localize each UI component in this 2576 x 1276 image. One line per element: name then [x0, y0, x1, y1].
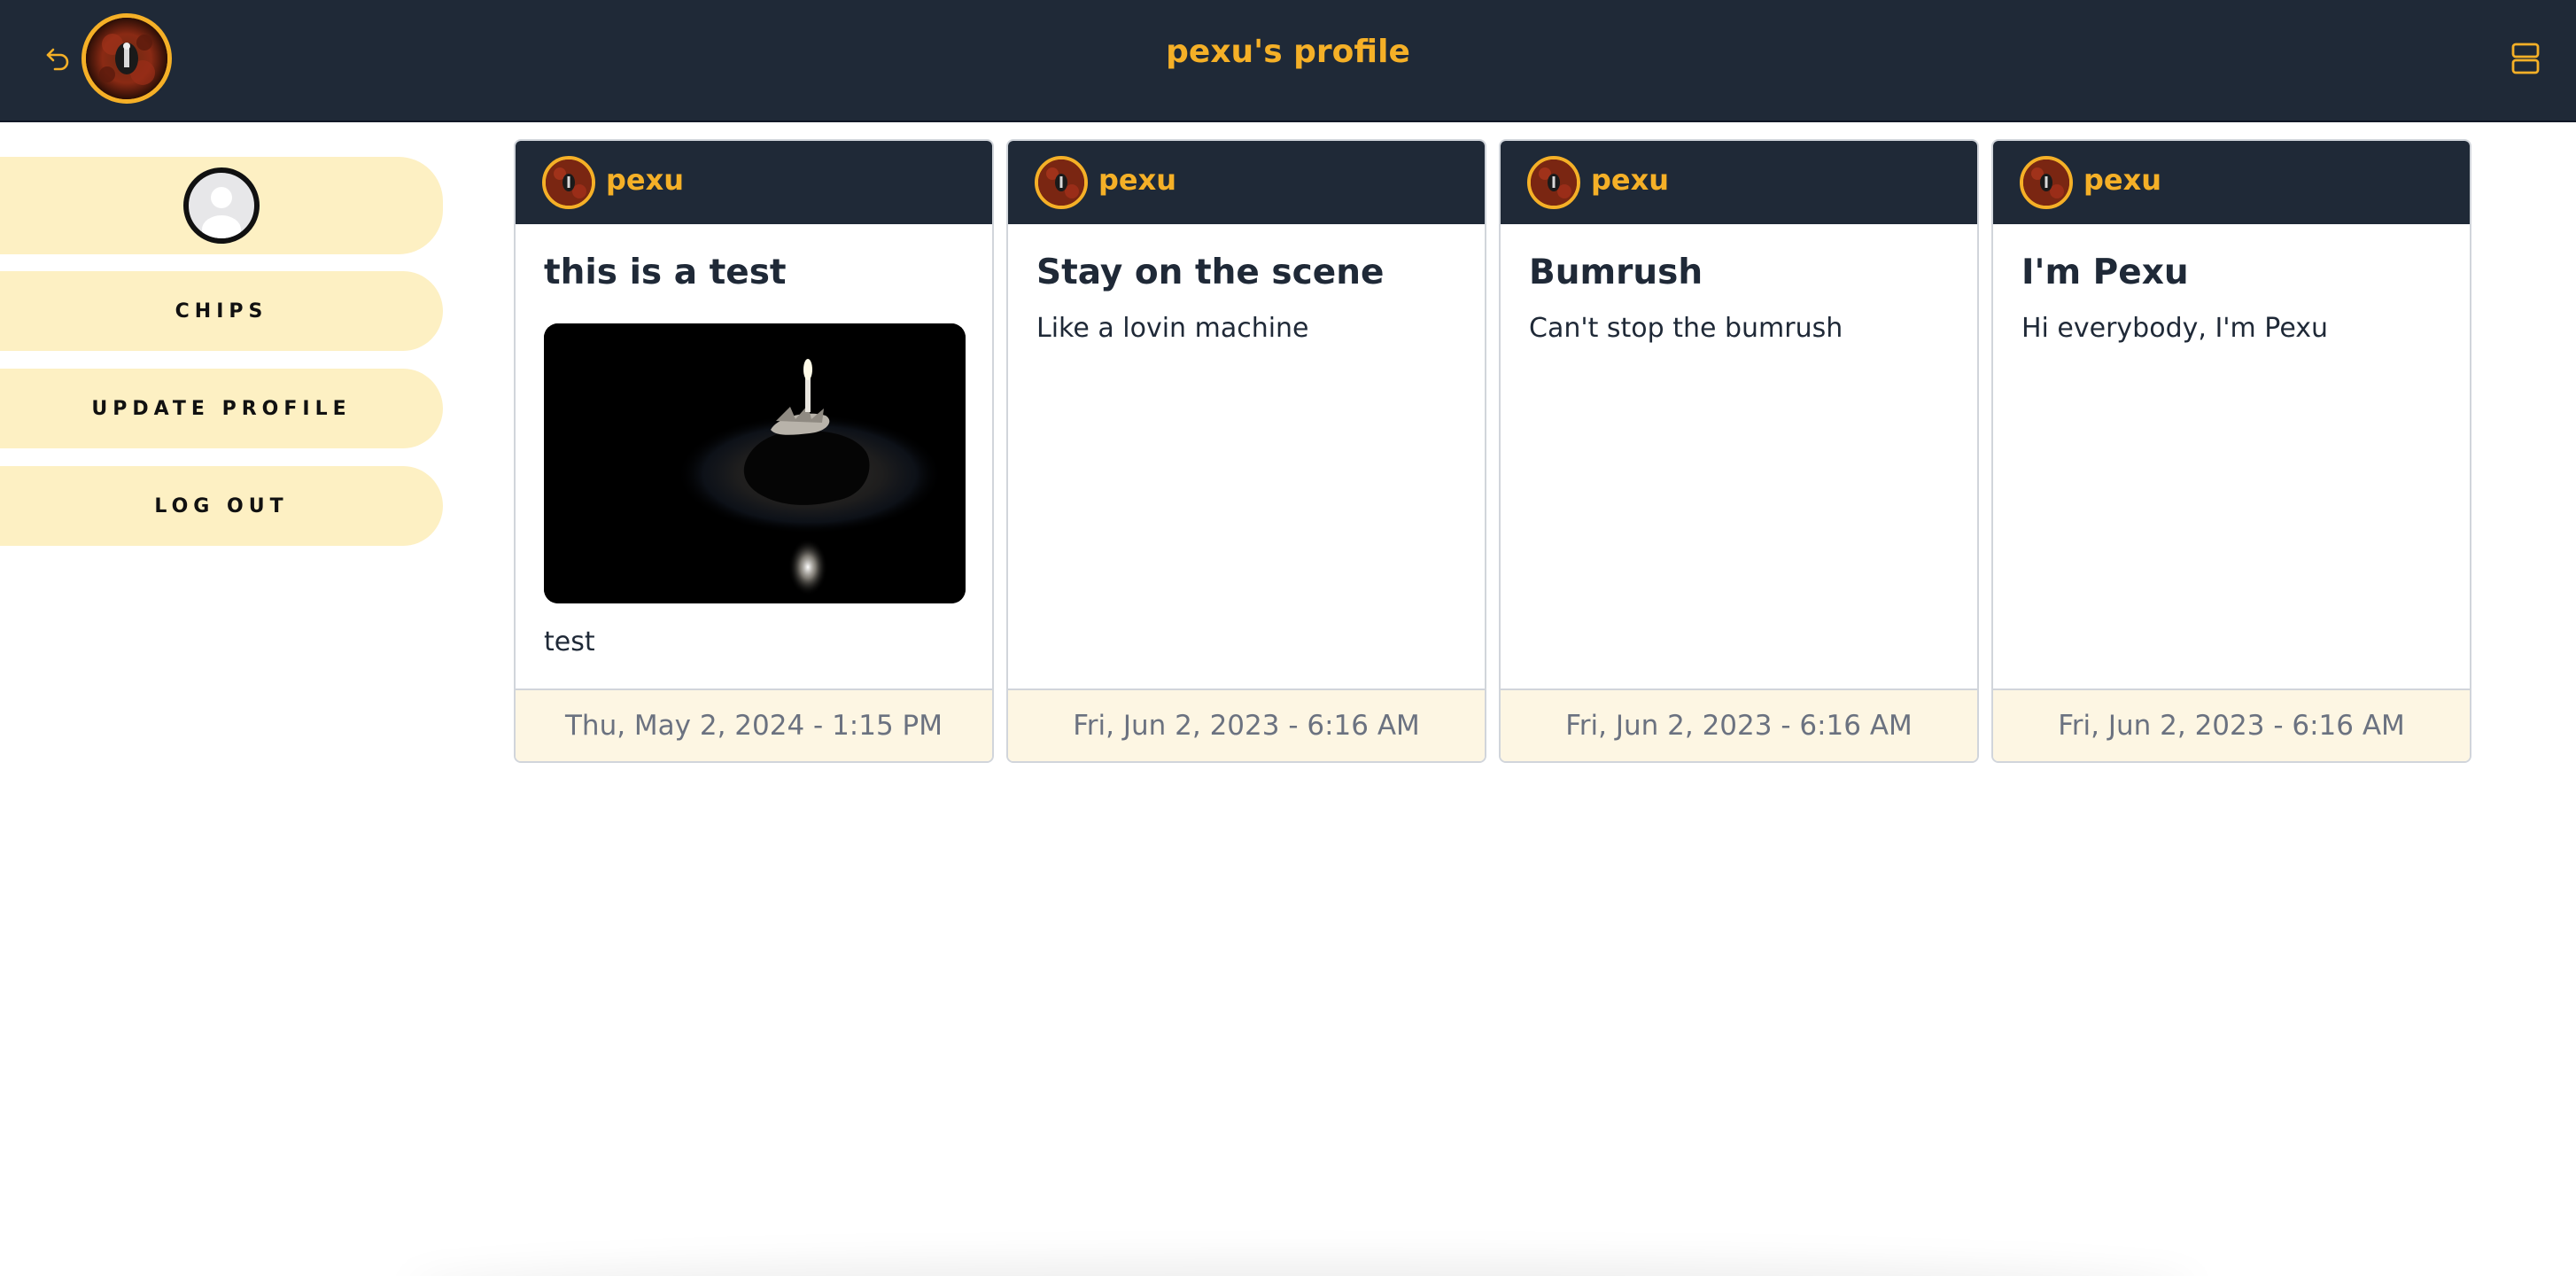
post-title: I'm Pexu: [2021, 253, 2189, 292]
post-author[interactable]: pexu: [1098, 163, 1176, 197]
sidebar-item-log-out[interactable]: LOG OUT: [0, 466, 443, 546]
avatar: [183, 167, 260, 244]
author-avatar[interactable]: [1527, 156, 1580, 209]
layout-rows-icon: [2511, 43, 2540, 74]
post-body: Can't stop the bumrush: [1529, 313, 1843, 344]
post-timestamp: Fri, Jun 2, 2023 - 6:16 AM: [1993, 689, 2470, 761]
post-timestamp: Fri, Jun 2, 2023 - 6:16 AM: [1008, 689, 1485, 761]
app-window: pexu's profile CHIPS UPDATE PROFILE LOG …: [0, 0, 2576, 1276]
author-avatar[interactable]: [2020, 156, 2073, 209]
post-body: Hi everybody, I'm Pexu: [2021, 313, 2329, 344]
post-card[interactable]: pexu I'm Pexu Hi everybody, I'm Pexu Fri…: [1991, 139, 2471, 763]
author-avatar-icon: [1531, 160, 1577, 206]
author-avatar[interactable]: [1035, 156, 1088, 209]
post-title: Stay on the scene: [1036, 253, 1385, 292]
post-author[interactable]: pexu: [2083, 163, 2161, 197]
post-body: Like a lovin machine: [1036, 313, 1309, 344]
user-avatar-icon: [202, 187, 241, 238]
post-card-header: pexu: [1993, 141, 2470, 224]
sidebar-item-update-profile[interactable]: UPDATE PROFILE: [0, 369, 443, 448]
post-author[interactable]: pexu: [606, 163, 684, 197]
post-title: this is a test: [544, 253, 787, 292]
post-card[interactable]: pexu this is a test test Thu, May 2, 202…: [514, 139, 994, 763]
post-card-header: pexu: [1008, 141, 1485, 224]
sidebar-item-label: CHIPS: [175, 300, 268, 323]
post-body: test: [544, 626, 595, 657]
candle-cake-image: [544, 323, 966, 603]
post-card[interactable]: pexu Bumrush Can't stop the bumrush Fri,…: [1499, 139, 1979, 763]
post-card-header: pexu: [1501, 141, 1977, 224]
menu-button[interactable]: [2510, 41, 2541, 76]
page-title: pexu's profile: [1166, 34, 1410, 70]
post-card-header: pexu: [516, 141, 992, 224]
author-avatar-icon: [2023, 160, 2069, 206]
post-title: Bumrush: [1529, 253, 1703, 292]
post-timestamp: Thu, May 2, 2024 - 1:15 PM: [516, 689, 992, 761]
sidebar-item-chips[interactable]: CHIPS: [0, 271, 443, 351]
sidebar-item-label: LOG OUT: [154, 494, 289, 517]
post-timestamp: Fri, Jun 2, 2023 - 6:16 AM: [1501, 689, 1977, 761]
post-author[interactable]: pexu: [1591, 163, 1669, 197]
sidebar-item-label: UPDATE PROFILE: [91, 397, 352, 420]
author-avatar[interactable]: [542, 156, 595, 209]
author-avatar-icon: [1038, 160, 1084, 206]
footer-shadow: [407, 1258, 2197, 1276]
post-image: [544, 323, 966, 603]
post-card[interactable]: pexu Stay on the scene Like a lovin mach…: [1006, 139, 1486, 763]
top-nav-bar: pexu's profile: [0, 0, 2576, 122]
sidebar-avatar-button[interactable]: [0, 157, 443, 254]
author-avatar-icon: [546, 160, 592, 206]
